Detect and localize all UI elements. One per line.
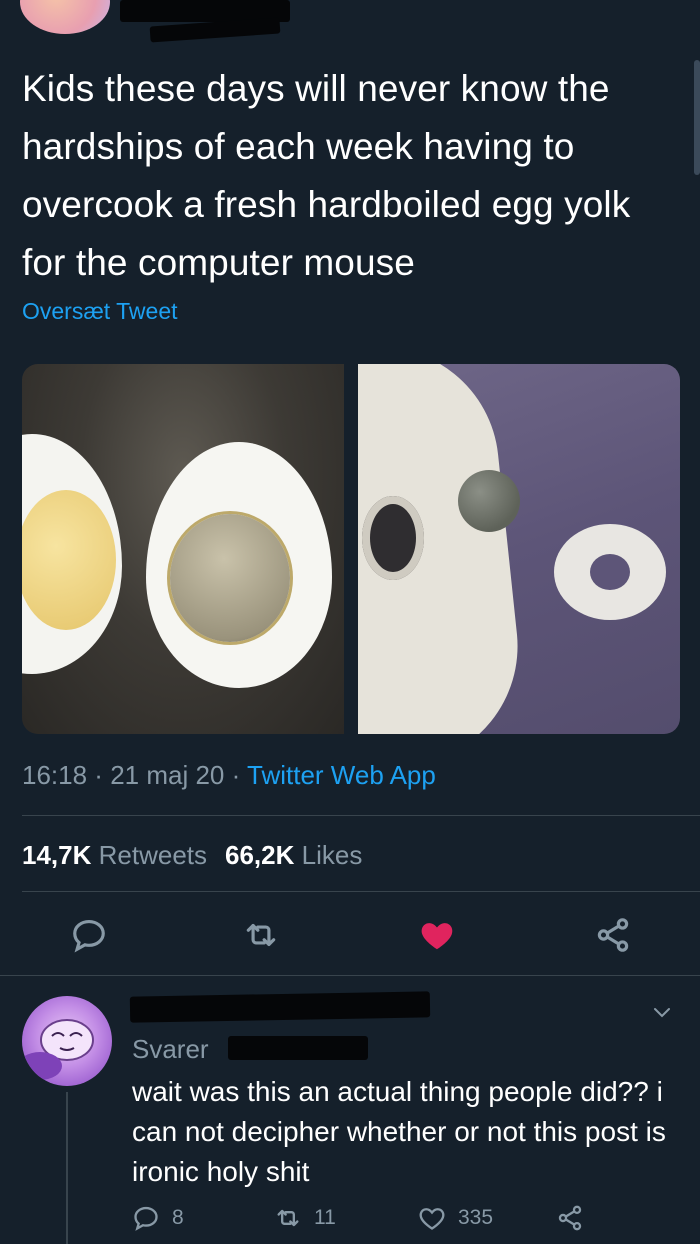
- photo-mouse-ball[interactable]: [358, 364, 680, 734]
- thread-line: [66, 1092, 68, 1244]
- engagement-stats: 14,7K Retweets 66,2K Likes: [22, 840, 362, 871]
- meta-separator: ·: [224, 760, 248, 790]
- translate-tweet-link[interactable]: Oversæt Tweet: [22, 298, 178, 325]
- like-icon: [419, 1208, 445, 1230]
- replying-handle-redacted: [228, 1036, 368, 1060]
- like-label: Likes: [301, 840, 363, 870]
- retaining-ring: [554, 524, 666, 620]
- replying-to: Svarer: [132, 1034, 209, 1065]
- likes-stat[interactable]: 66,2K Likes: [225, 840, 362, 870]
- overcooked-yolk: [170, 514, 290, 642]
- tweet-metadata: 16:18 · 21 maj 20 · Twitter Web App: [22, 760, 436, 791]
- divider: [22, 891, 700, 892]
- share-icon[interactable]: [594, 916, 632, 954]
- like-count: 66,2K: [225, 840, 295, 870]
- retweet-label: Retweets: [98, 840, 208, 870]
- replying-label: Svarer: [132, 1034, 209, 1064]
- retweet-count: 14,7K: [22, 840, 92, 870]
- retweet-icon[interactable]: [242, 916, 280, 954]
- tweet-text: Kids these days will never know the hard…: [22, 68, 631, 283]
- mouse-ball-socket: [362, 496, 424, 580]
- share-icon: [558, 1205, 582, 1231]
- meta-separator: ·: [87, 760, 111, 790]
- reply-text: wait was this an actual thing people did…: [132, 1076, 666, 1187]
- reply-retweet-count: 11: [314, 1206, 336, 1229]
- reply-reply-count: 8: [172, 1206, 184, 1229]
- author-avatar[interactable]: [20, 0, 110, 34]
- tweet-time: 16:18: [22, 760, 88, 790]
- tweet-date: 21 maj 20: [110, 760, 225, 790]
- avatar-illustration: [22, 1019, 94, 1080]
- reply-author-redacted: [129, 991, 431, 1023]
- reply-icon[interactable]: [70, 916, 108, 954]
- reply-like-count: 335: [458, 1206, 494, 1229]
- reply-actions: 8 11 335: [132, 1204, 692, 1240]
- reply-retweet-button[interactable]: 11: [274, 1204, 336, 1232]
- reply-reply-button[interactable]: 8: [132, 1204, 184, 1232]
- chevron-down-icon[interactable]: [650, 1000, 674, 1024]
- reply-icon: [134, 1206, 158, 1231]
- mouse-ball: [458, 470, 520, 532]
- reply-avatar[interactable]: [22, 996, 112, 1086]
- retweets-stat[interactable]: 14,7K Retweets: [22, 840, 207, 870]
- reply-like-button[interactable]: 335: [418, 1204, 493, 1232]
- tweet-actions: [0, 912, 700, 956]
- scrollbar[interactable]: [694, 60, 700, 175]
- like-icon[interactable]: [418, 916, 456, 954]
- reply-share-button[interactable]: [556, 1204, 584, 1232]
- photo-boiled-eggs[interactable]: [22, 364, 344, 734]
- tweet-source-link[interactable]: Twitter Web App: [247, 760, 436, 790]
- divider: [22, 815, 700, 816]
- tweet-media[interactable]: [22, 364, 680, 734]
- divider: [0, 975, 700, 976]
- retweet-icon: [277, 1209, 299, 1227]
